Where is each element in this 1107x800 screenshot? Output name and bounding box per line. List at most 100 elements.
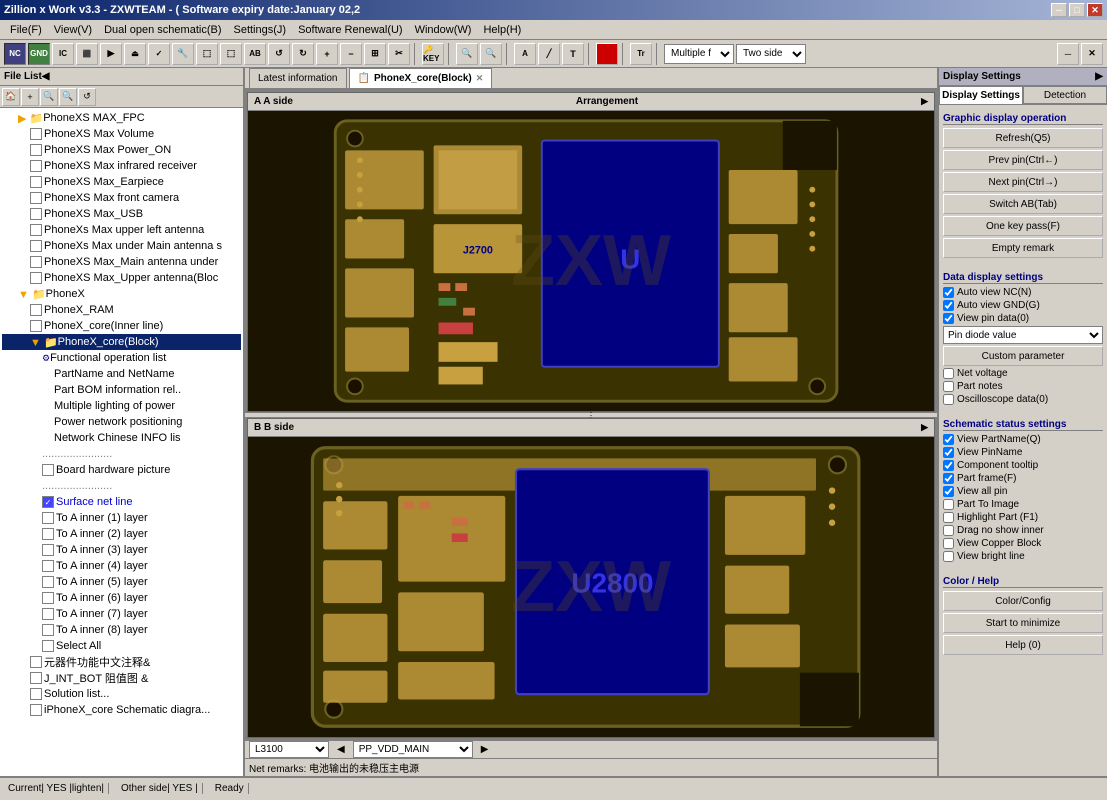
checkbox[interactable] (30, 272, 42, 284)
tree-item-phonex[interactable]: ▼ 📁 PhoneX (2, 286, 241, 302)
color-config-button[interactable]: Color/Config (943, 591, 1103, 611)
tree-item-inner1[interactable]: To A inner (1) layer (2, 510, 241, 526)
part-to-image-input[interactable] (943, 499, 954, 510)
checkbox[interactable] (30, 144, 42, 156)
view-pin-input[interactable] (943, 313, 954, 324)
tab-display-settings[interactable]: Display Settings (939, 86, 1023, 104)
tb-zoom2[interactable]: 🔍 (480, 43, 502, 65)
pin-diode-dropdown[interactable]: Pin diode value (943, 326, 1103, 344)
checkbox-checked[interactable]: ✓ (42, 496, 54, 508)
auto-gnd-input[interactable] (943, 300, 954, 311)
bottom-chip-select[interactable]: L3100 (249, 741, 329, 758)
view-partname-input[interactable] (943, 434, 954, 445)
tree-item-surface-net[interactable]: ✓ Surface net line (2, 494, 241, 510)
tree-item-power[interactable]: PhoneXS Max Power_ON (2, 142, 241, 158)
tb-btn-t[interactable]: T (562, 43, 584, 65)
checkbox[interactable] (42, 528, 54, 540)
tree-item-upper-ant[interactable]: PhoneXs Max upper left antenna (2, 222, 241, 238)
prev-pin-button[interactable]: Prev pin(Ctrl←) (943, 150, 1103, 170)
tree-item-inner6[interactable]: To A inner (6) layer (2, 590, 241, 606)
tree-item-phonex-ram[interactable]: PhoneX_RAM (2, 302, 241, 318)
checkbox[interactable] (30, 192, 42, 204)
tree-item-cn-info[interactable]: Network Chinese INFO lis (2, 430, 241, 446)
tree-item-multi-light[interactable]: Multiple lighting of power (2, 398, 241, 414)
tree-item-volume[interactable]: PhoneXS Max Volume (2, 126, 241, 142)
checkbox[interactable] (42, 608, 54, 620)
menu-renewal[interactable]: Software Renewal(U) (292, 22, 409, 38)
start-minimize-button[interactable]: Start to minimize (943, 613, 1103, 633)
tb-btn-tr[interactable]: Tr (630, 43, 652, 65)
tree-item-phoneXS-max-fpc[interactable]: ▶ 📁 PhoneXS MAX_FPC (2, 110, 241, 126)
tree-item-under-ant[interactable]: PhoneXs Max under Main antenna s (2, 238, 241, 254)
checkbox[interactable] (30, 656, 42, 668)
tree-item-jint[interactable]: J_INT_BOT 阻值图 & (2, 670, 241, 686)
tree-item-inner4[interactable]: To A inner (4) layer (2, 558, 241, 574)
checkbox[interactable] (30, 208, 42, 220)
tree-item-main-ant[interactable]: PhoneXS Max_Main antenna under (2, 254, 241, 270)
tb-btn-a[interactable]: A (514, 43, 536, 65)
tb-zoom[interactable]: 🔍 (456, 43, 478, 65)
tb-button-13[interactable]: ↻ (292, 43, 314, 65)
pcb-a-canvas[interactable]: ZXW (248, 111, 934, 411)
view-all-pin-input[interactable] (943, 486, 954, 497)
empty-remark-button[interactable]: Empty remark (943, 238, 1103, 258)
tree-item-infrared[interactable]: PhoneXS Max infrared receiver (2, 158, 241, 174)
tree-item-solution[interactable]: Solution list... (2, 686, 241, 702)
fl-add[interactable]: + (21, 88, 39, 106)
checkbox[interactable] (30, 704, 42, 716)
help-button[interactable]: Help (0) (943, 635, 1103, 655)
maximize-button[interactable]: □ (1069, 3, 1085, 17)
a-side-scroll-right[interactable]: ▶ (921, 96, 928, 107)
arrow-left[interactable]: ◀ (333, 744, 349, 755)
tb-btn-line[interactable]: ╱ (538, 43, 560, 65)
tab-latest-info[interactable]: Latest information (249, 68, 347, 88)
tree-item-inner3[interactable]: To A inner (3) layer (2, 542, 241, 558)
view-copper-input[interactable] (943, 538, 954, 549)
net-voltage-input[interactable] (943, 368, 954, 379)
checkbox[interactable] (30, 128, 42, 140)
tb-button-7[interactable]: ✓ (148, 43, 170, 65)
tb-button-6[interactable]: ⏏ (124, 43, 146, 65)
tree-item-phonex-inner[interactable]: PhoneX_core(Inner line) (2, 318, 241, 334)
tb-button-12[interactable]: ↺ (268, 43, 290, 65)
tree-item-partname[interactable]: PartName and NetName (2, 366, 241, 382)
tb-button-16[interactable]: ⊞ (364, 43, 386, 65)
tb-button-11[interactable]: AB (244, 43, 266, 65)
arrow-right[interactable]: ▶ (477, 744, 493, 755)
file-list-collapse[interactable]: ◀ (42, 71, 50, 82)
tb-button-9[interactable]: ⬚ (196, 43, 218, 65)
tb-button-10[interactable]: ⬚ (220, 43, 242, 65)
tree-item-select-all[interactable]: Select All (2, 638, 241, 654)
tb-button-17[interactable]: ✂ (388, 43, 410, 65)
tb-button-key[interactable]: 🔑 KEY (422, 43, 444, 65)
tree-item-phonex-block[interactable]: ▼ 📁 PhoneX_core(Block) (2, 334, 241, 350)
tb-button-5[interactable]: ▶ (100, 43, 122, 65)
checkbox[interactable] (30, 688, 42, 700)
checkbox[interactable] (30, 224, 42, 236)
tree-item-front-cam[interactable]: PhoneXS Max front camera (2, 190, 241, 206)
rp-collapse[interactable]: ▶ (1095, 71, 1103, 82)
view-pinname-input[interactable] (943, 447, 954, 458)
custom-param-button[interactable]: Custom parameter (943, 346, 1103, 366)
checkbox[interactable] (42, 624, 54, 636)
checkbox[interactable] (42, 592, 54, 604)
checkbox[interactable] (30, 240, 42, 252)
close-button[interactable]: ✕ (1087, 3, 1103, 17)
tb-button-8[interactable]: 🔧 (172, 43, 194, 65)
tree-item-func-list[interactable]: ⚙ Functional operation list (2, 350, 241, 366)
tree-item-usb[interactable]: PhoneXS Max_USB (2, 206, 241, 222)
tree-item-inner8[interactable]: To A inner (8) layer (2, 622, 241, 638)
tree-item-inner7[interactable]: To A inner (7) layer (2, 606, 241, 622)
checkbox[interactable] (42, 464, 54, 476)
highlight-part-input[interactable] (943, 512, 954, 523)
tree-item-cn-func[interactable]: 元器件功能中文注释& (2, 654, 241, 670)
b-side-scroll-right[interactable]: ▶ (921, 422, 928, 433)
oscilloscope-input[interactable] (943, 394, 954, 405)
net-name-select[interactable]: PP_VDD_MAIN (353, 741, 473, 758)
tb-pin-btn[interactable]: ─ (1057, 43, 1079, 65)
nc-button[interactable]: NC (4, 43, 26, 65)
menu-dual-open[interactable]: Dual open schematic(B) (98, 22, 227, 38)
tree-item-iphonex[interactable]: iPhoneX_core Schematic diagra... (2, 702, 241, 718)
tree-item-inner2[interactable]: To A inner (2) layer (2, 526, 241, 542)
tb-button-3[interactable]: IC (52, 43, 74, 65)
